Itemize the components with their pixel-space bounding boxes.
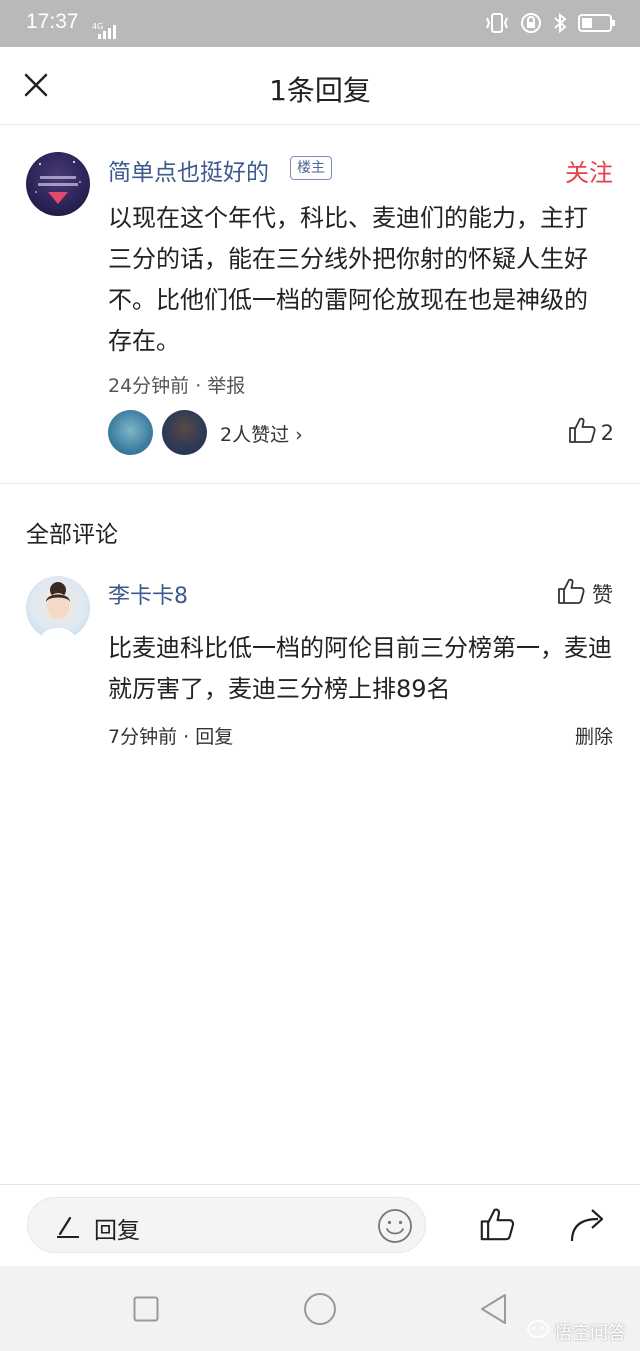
status-bar: 17:37 4G <box>0 0 640 47</box>
page-header: 1条回复 <box>0 47 640 125</box>
avatar[interactable] <box>26 152 90 216</box>
section-title: 全部评论 <box>26 522 118 548</box>
comment-author[interactable]: 李卡卡8 <box>108 578 188 610</box>
watermark-logo-icon <box>526 1318 550 1345</box>
watermark: 悟空问答 <box>526 1318 626 1345</box>
thumbs-up-icon <box>567 415 597 450</box>
recents-icon[interactable] <box>133 1296 159 1326</box>
comment-meta[interactable]: 7分钟前 · 回复 <box>108 722 233 749</box>
thumbs-up-icon[interactable] <box>478 1205 516 1247</box>
like-count: 2 <box>600 420 614 445</box>
page-title: 1条回复 <box>269 74 371 107</box>
post-meta[interactable]: 24分钟前 · 举报 <box>108 371 245 398</box>
comment-text: 比麦迪科比低一档的阿伦目前三分榜第一，麦迪就厉害了，麦迪三分榜上排89名 <box>108 634 612 703</box>
op-badge: 楼主 <box>290 156 332 180</box>
lock-icon <box>520 12 542 38</box>
watermark-text: 悟空问答 <box>554 1322 626 1344</box>
svg-text:4G: 4G <box>92 22 103 31</box>
share-icon[interactable] <box>568 1205 608 1247</box>
signal-icon: 4G <box>92 22 120 44</box>
comment-item: 李卡卡8 赞 比麦迪科比低一档的阿伦目前三分榜第一，麦迪就厉害了，麦迪三分榜上排… <box>0 560 640 760</box>
emoji-icon[interactable] <box>377 1208 413 1248</box>
avatar[interactable] <box>26 576 90 640</box>
vibrate-icon <box>484 12 510 38</box>
battery-icon <box>578 13 616 37</box>
back-icon[interactable] <box>478 1292 508 1330</box>
thumbs-up-icon <box>556 576 586 611</box>
divider <box>0 483 640 484</box>
system-nav-bar: 悟空问答 <box>0 1266 640 1351</box>
post-text: 以现在这个年代，科比、麦迪们的能力，主打三分的话，能在三分线外把你射的怀疑人生好… <box>108 204 588 355</box>
liker-avatar[interactable] <box>108 410 153 455</box>
post-like-button[interactable]: 2 <box>567 415 614 450</box>
bluetooth-icon <box>552 12 568 38</box>
pen-icon <box>54 1212 82 1244</box>
delete-button[interactable]: 删除 <box>575 722 613 749</box>
likers-link[interactable]: 2人赞过 › <box>220 420 303 447</box>
like-label: 赞 <box>592 582 613 607</box>
bottom-bar: 回复 <box>0 1184 640 1266</box>
comment-like-button[interactable]: 赞 <box>556 576 613 611</box>
status-time: 17:37 <box>26 10 79 33</box>
author-name[interactable]: 简单点也挺好的 <box>108 153 269 187</box>
liker-avatar[interactable] <box>162 410 207 455</box>
follow-button[interactable]: 关注 <box>565 153 613 188</box>
reply-input[interactable]: 回复 <box>27 1197 426 1253</box>
reply-placeholder: 回复 <box>94 1218 140 1244</box>
original-post: 简单点也挺好的 楼主 关注 以现在这个年代，科比、麦迪们的能力，主打三分的话，能… <box>0 125 640 483</box>
status-icons <box>484 12 616 38</box>
home-icon[interactable] <box>303 1292 337 1330</box>
